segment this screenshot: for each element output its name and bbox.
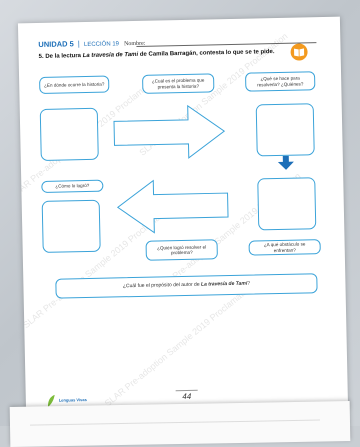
purpose-text: ¿Cuál fue el propósito del autor de <box>122 281 200 290</box>
arrow-down-icon <box>277 155 294 170</box>
where-answer-box[interactable] <box>39 107 99 161</box>
who-label-box: ¿Quién logró resolver el problema? <box>145 239 218 261</box>
arrow-right-icon <box>113 104 226 159</box>
purpose-reading-title: La travesía de Tami <box>200 280 248 288</box>
lesson-label: LECCIÓN 19 <box>83 41 120 49</box>
worksheet-page: SLAR Pre-adoption Sample 2019 Proclamati… <box>17 16 349 416</box>
obstacle-question: ¿A qué obstáculo se enfrentan? <box>263 241 306 253</box>
who-question: ¿Quién logró resolver el problema? <box>157 244 207 256</box>
question-number: 5. <box>38 53 44 60</box>
divider <box>29 419 320 426</box>
purpose-box[interactable]: ¿Cuál fue el propósito del autor de La t… <box>55 273 318 299</box>
logo-text: Lenguas Vivas <box>58 397 87 403</box>
next-page-edge <box>9 401 351 447</box>
solve-question: ¿Qué se hace para resolverla? ¿Quiénes? <box>257 75 304 87</box>
problem-label-box: ¿Cuál es el problema que presenta la his… <box>142 73 215 94</box>
page-header: UNIDAD 5 | LECCIÓN 19 Nombre: <box>38 38 145 49</box>
obstacle-answer-box[interactable] <box>257 177 317 231</box>
solve-answer-box[interactable] <box>255 103 315 157</box>
purpose-mark: ? <box>247 280 251 287</box>
where-question: ¿En dónde ocurre la historia? <box>44 81 105 88</box>
leaf-icon <box>47 394 55 407</box>
question-text-after: de Camila Barragán, contesta lo que se t… <box>139 49 275 58</box>
how-answer-box[interactable] <box>41 199 101 253</box>
question-prompt: 5. De la lectura La travesía de Tami de … <box>39 49 279 61</box>
obstacle-label-box: ¿A qué obstáculo se enfrentan? <box>248 239 321 256</box>
name-line[interactable] <box>136 42 317 47</box>
how-question: ¿Cómo lo logró? <box>55 183 90 189</box>
arrow-left-icon <box>116 179 229 234</box>
page-number: 44 <box>175 389 198 402</box>
problem-question: ¿Cuál es el problema que presenta la his… <box>151 77 205 90</box>
unit-label: UNIDAD 5 <box>38 39 74 49</box>
separator: | <box>77 39 80 49</box>
book-icon <box>290 43 308 61</box>
question-text-before: De la lectura <box>45 53 82 60</box>
where-label-box: ¿En dónde ocurre la historia? <box>39 75 110 94</box>
purpose-question: ¿Cuál fue el propósito del autor de La t… <box>122 280 251 290</box>
solve-label-box: ¿Qué se hace para resolverla? ¿Quiénes? <box>245 71 316 92</box>
reading-title: La travesía de Tami <box>82 51 139 60</box>
how-label-box: ¿Cómo lo logró? <box>41 179 104 193</box>
